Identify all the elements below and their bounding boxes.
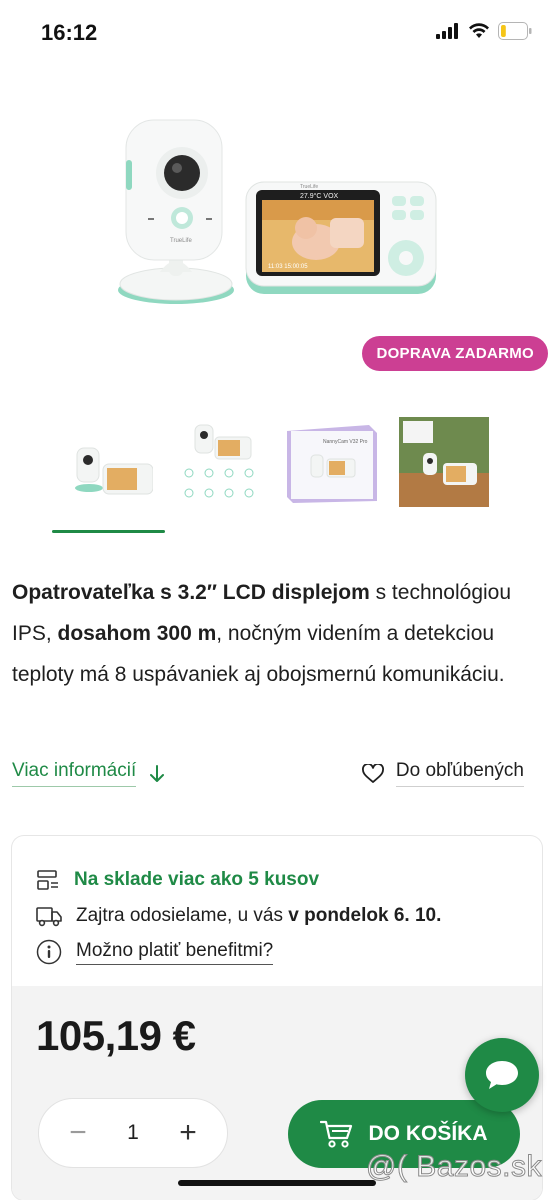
quantity-increase-button[interactable]: + bbox=[173, 1118, 203, 1148]
home-indicator bbox=[178, 1180, 376, 1186]
thumbnail-4[interactable] bbox=[388, 412, 500, 512]
info-icon bbox=[36, 939, 62, 965]
thumbnail-features-icon bbox=[184, 424, 254, 498]
description-highlight-2: dosahom 300 m bbox=[57, 622, 217, 645]
quantity-stepper: − 1 + bbox=[38, 1098, 228, 1168]
warehouse-icon bbox=[37, 870, 58, 890]
box-label-text: NannyCam V32 Pro bbox=[323, 439, 368, 445]
buy-box: Na sklade viac ako 5 kusov Zajtra odosie… bbox=[12, 836, 542, 1200]
battery-icon bbox=[498, 22, 532, 40]
device-brand-text: TrueLife bbox=[300, 184, 318, 190]
wifi-icon bbox=[469, 23, 489, 38]
shipping-row: Zajtra odosielame, u vás v pondelok 6. 1… bbox=[36, 898, 518, 934]
stock-status-text: Na sklade viac ako 5 kusov bbox=[74, 869, 320, 890]
benefit-link[interactable]: Možno platiť benefitmi? bbox=[76, 940, 274, 965]
chat-button[interactable] bbox=[465, 1038, 539, 1112]
description-highlight-1: Opatrovateľka s 3.2″ LCD displejom bbox=[12, 581, 370, 604]
status-icons bbox=[436, 22, 532, 40]
thumbnail-active-indicator bbox=[52, 530, 165, 533]
more-info-label: Viac informácií bbox=[12, 760, 137, 787]
watermark: @( Bazos.sk bbox=[366, 1150, 543, 1184]
thumbnail-1[interactable] bbox=[52, 412, 164, 512]
thumbnail-2[interactable] bbox=[164, 412, 276, 512]
quantity-value[interactable]: 1 bbox=[127, 1121, 139, 1145]
device-screen-bottom-text: 11:03 15:00:05 bbox=[268, 264, 308, 270]
delivery-truck-icon bbox=[36, 907, 62, 927]
benefit-row[interactable]: Možno platiť benefitmi? bbox=[36, 934, 518, 970]
thumbnail-gallery: NannyCam V32 Pro bbox=[52, 412, 500, 512]
add-to-cart-label: DO KOŠÍKA bbox=[368, 1122, 488, 1145]
shipping-text: Zajtra odosielame, u vás v pondelok 6. 1… bbox=[76, 905, 441, 927]
thumbnail-3[interactable]: NannyCam V32 Pro bbox=[276, 412, 388, 512]
add-to-favorites-button[interactable]: Do obľúbených bbox=[361, 760, 524, 787]
quantity-decrease-button[interactable]: − bbox=[63, 1118, 93, 1148]
stock-row: Na sklade viac ako 5 kusov bbox=[36, 862, 518, 898]
thumbnail-monitor-icon bbox=[75, 447, 153, 495]
camera-brand-text: TrueLife bbox=[170, 238, 192, 244]
status-bar: 16:12 bbox=[0, 0, 554, 70]
cart-icon bbox=[320, 1120, 353, 1148]
product-price: 105,19 € bbox=[36, 1012, 196, 1059]
device-screen-top-text: 27.9°C VOX bbox=[300, 192, 339, 200]
favorite-label: Do obľúbených bbox=[395, 760, 524, 787]
more-info-link[interactable]: Viac informácií bbox=[12, 760, 165, 787]
product-description: Opatrovateľka s 3.2″ LCD displejom s tec… bbox=[12, 572, 532, 695]
availability-section: Na sklade viac ako 5 kusov Zajtra odosie… bbox=[12, 836, 542, 986]
cellular-signal-icon bbox=[436, 23, 458, 39]
arrow-down-icon bbox=[150, 764, 165, 782]
thumbnail-box-icon: NannyCam V32 Pro bbox=[287, 425, 377, 503]
free-shipping-badge: DOPRAVA ZADARMO bbox=[362, 336, 548, 371]
product-hero-image[interactable]: TrueLife 27.9°C VOX 11:03 15:00:05 TrueL… bbox=[0, 100, 554, 400]
status-time: 16:12 bbox=[41, 20, 98, 45]
chat-bubble-icon bbox=[486, 1061, 518, 1089]
shipping-date: v pondelok 6. 10. bbox=[288, 905, 442, 926]
heart-icon bbox=[361, 763, 384, 783]
thumbnail-lifestyle-icon bbox=[399, 417, 489, 507]
shipping-prefix: Zajtra odosielame, u vás bbox=[76, 905, 289, 926]
